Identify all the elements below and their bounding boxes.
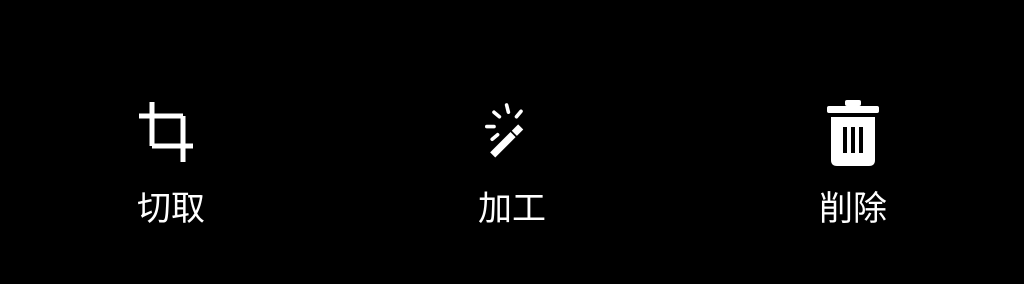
trash-icon [817,96,889,172]
crop-label: 切取 [137,189,205,229]
delete-button[interactable]: 削除 [793,96,913,236]
magic-wand-icon [476,96,548,172]
crop-icon [135,96,207,172]
edit-label: 加工 [478,189,546,229]
delete-label: 削除 [819,189,887,229]
edit-button[interactable]: 加工 [452,96,572,236]
crop-button[interactable]: 切取 [111,96,231,236]
bottom-toolbar: 切取 加工 削除 [0,0,1024,284]
